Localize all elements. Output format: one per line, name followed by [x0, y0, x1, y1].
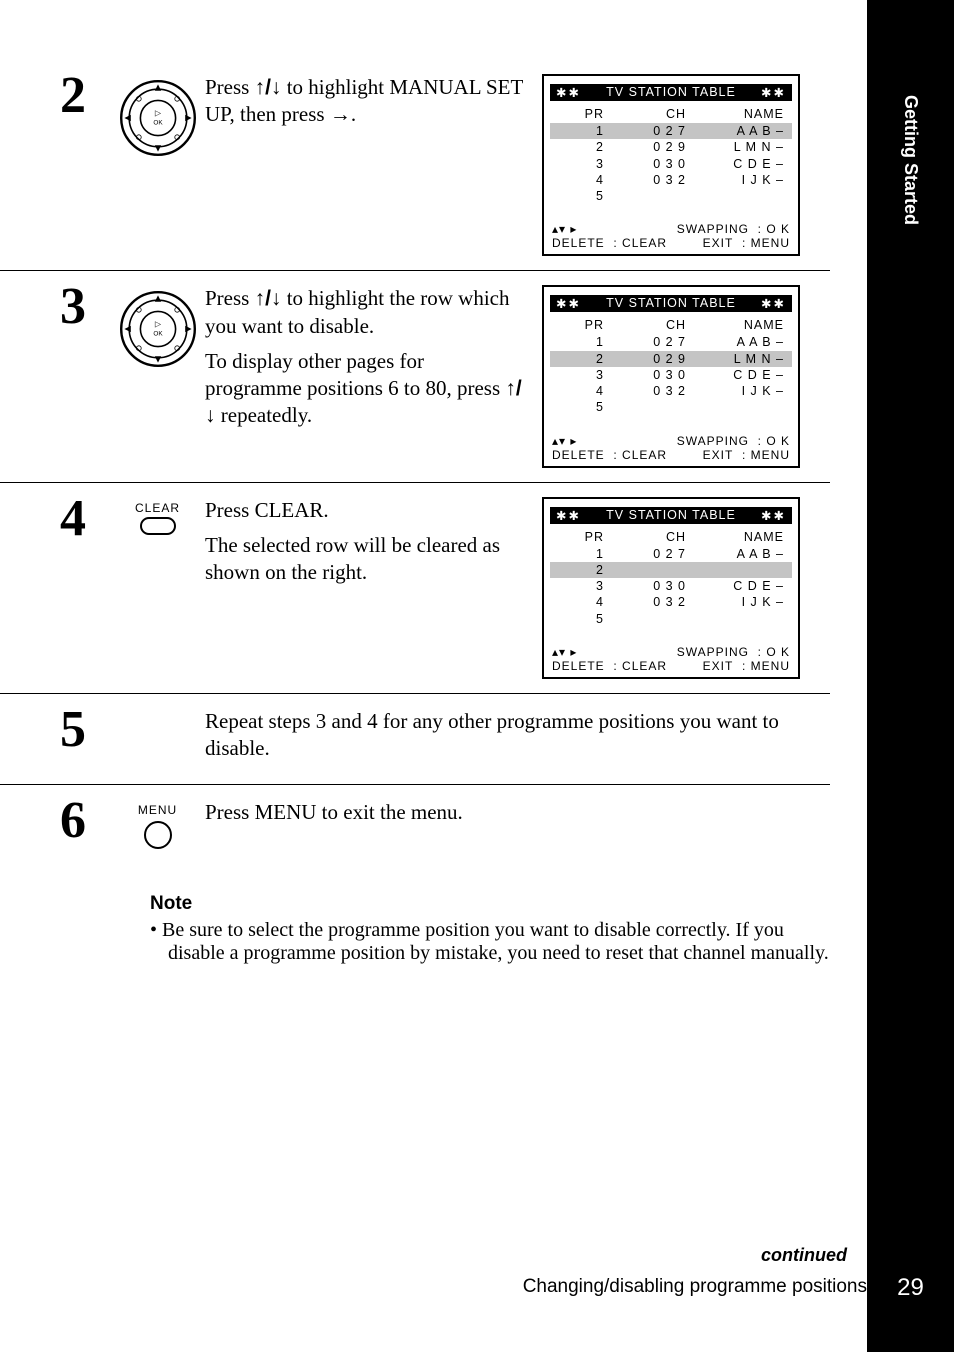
- tv-table-footer: ▴▾ ▸SWAPPING : O K DELETE : CLEAREXIT : …: [544, 645, 798, 673]
- step-number: 6: [60, 793, 110, 849]
- continued-label: continued: [761, 1245, 867, 1266]
- tv-table-header: PRCHNAME: [544, 318, 798, 332]
- table-row: 30 3 0C D E –: [544, 367, 798, 383]
- tv-table-header: PRCHNAME: [544, 530, 798, 544]
- step-graphic: ▷ OK: [110, 279, 205, 467]
- step-3: 3 ▷ OK Press ↑/↓ to highlight the row wh…: [0, 270, 830, 481]
- step-number: 4: [60, 491, 110, 679]
- step-text: Press ↑/↓ to highlight the row which you…: [205, 279, 524, 437]
- menu-button-label: MENU: [138, 803, 177, 817]
- note-item: Be sure to select the programme position…: [168, 919, 830, 965]
- tv-station-table: ✱✱TV STATION TABLE✱✱ PRCHNAME 10 2 7A A …: [542, 497, 800, 679]
- tv-table-header: PR CH NAME: [544, 107, 798, 121]
- table-row: 10 2 7A A B –: [544, 546, 798, 562]
- nav-arrows-icon: ▴▾ ▸: [552, 434, 577, 448]
- updown-arrows-icon: ↑/↓: [255, 76, 282, 99]
- table-row: 2: [550, 562, 792, 578]
- tv-table-footer: ▴▾ ▸SWAPPING : O K DELETE : CLEAREXIT : …: [544, 222, 798, 250]
- svg-text:▷: ▷: [154, 320, 161, 329]
- table-row: 40 3 2I J K –: [544, 383, 798, 399]
- table-row: 30 3 0C D E –: [544, 578, 798, 594]
- svg-text:OK: OK: [153, 331, 163, 338]
- clear-button-label: CLEAR: [135, 501, 180, 515]
- step-number: 3: [60, 279, 110, 467]
- tv-station-table: ✱✱ TV STATION TABLE ✱✱ PR CH NAME 1 0 2 …: [542, 74, 800, 256]
- nav-dial-icon: ▷ OK: [118, 78, 198, 158]
- nav-arrows-icon: ▴▾ ▸: [552, 645, 577, 659]
- step-graphic: MENU: [110, 793, 205, 849]
- table-row: 30 3 0C D E –: [544, 156, 798, 172]
- step-6: 6 MENU Press MENU to exit the menu.: [0, 784, 830, 863]
- tv-table-title: TV STATION TABLE: [606, 296, 736, 311]
- table-row: 5: [544, 188, 798, 204]
- table-row: 5: [544, 399, 798, 415]
- clear-button-icon: [140, 517, 176, 535]
- page-footer: continued Changing/disabling programme p…: [0, 1245, 867, 1298]
- step-number: 5: [60, 702, 110, 771]
- table-row: 40 3 2I J K –: [544, 594, 798, 610]
- chapter-name: Getting Started: [867, 70, 954, 250]
- nav-dial-icon: ▷ OK: [118, 289, 198, 369]
- menu-button-icon: [144, 821, 172, 849]
- svg-text:OK: OK: [153, 119, 163, 126]
- page-number: 29: [867, 1268, 954, 1308]
- tv-station-table: ✱✱TV STATION TABLE✱✱ PRCHNAME 10 2 7A A …: [542, 285, 800, 467]
- step-2: 2 ▷ OK Press ↑/↓ to highlight: [0, 60, 830, 270]
- table-row: 10 2 7A A B –: [544, 334, 798, 350]
- footer-caption: Changing/disabling programme positions: [0, 1276, 867, 1298]
- step-text: Repeat steps 3 and 4 for any other progr…: [205, 702, 800, 771]
- tv-table-footer: ▴▾ ▸SWAPPING : O K DELETE : CLEAREXIT : …: [544, 434, 798, 462]
- right-arrow-icon: →: [330, 103, 351, 126]
- tv-table-title: TV STATION TABLE: [606, 85, 736, 100]
- step-4: 4 CLEAR Press CLEAR. The selected row wi…: [0, 482, 830, 693]
- step-graphic: ▷ OK: [110, 68, 205, 256]
- note-heading: Note: [150, 893, 830, 915]
- table-row: 5: [544, 611, 798, 627]
- step-text: Press ↑/↓ to highlight MANUAL SET UP, th…: [205, 68, 524, 137]
- step-text: Press MENU to exit the menu.: [205, 793, 800, 834]
- step-number: 2: [60, 68, 110, 256]
- page-content: 2 ▷ OK Press ↑/↓ to highlight: [0, 0, 867, 1352]
- table-row: 20 2 9L M N –: [544, 139, 798, 155]
- step-graphic: CLEAR: [110, 491, 205, 679]
- tv-table-title: TV STATION TABLE: [606, 508, 736, 523]
- svg-text:▷: ▷: [154, 109, 161, 118]
- chapter-sidebar: Getting Started: [867, 0, 954, 1352]
- nav-arrows-icon: ▴▾ ▸: [552, 222, 577, 236]
- updown-arrows-icon: ↑/↓: [255, 287, 282, 310]
- table-row: 20 2 9L M N –: [550, 351, 792, 367]
- table-row: 40 3 2I J K –: [544, 172, 798, 188]
- step-text: Press CLEAR. The selected row will be cl…: [205, 491, 524, 595]
- table-row: 1 0 2 7 A A B –: [550, 123, 792, 139]
- step-5: 5 Repeat steps 3 and 4 for any other pro…: [0, 693, 830, 785]
- note-block: Note Be sure to select the programme pos…: [150, 893, 830, 965]
